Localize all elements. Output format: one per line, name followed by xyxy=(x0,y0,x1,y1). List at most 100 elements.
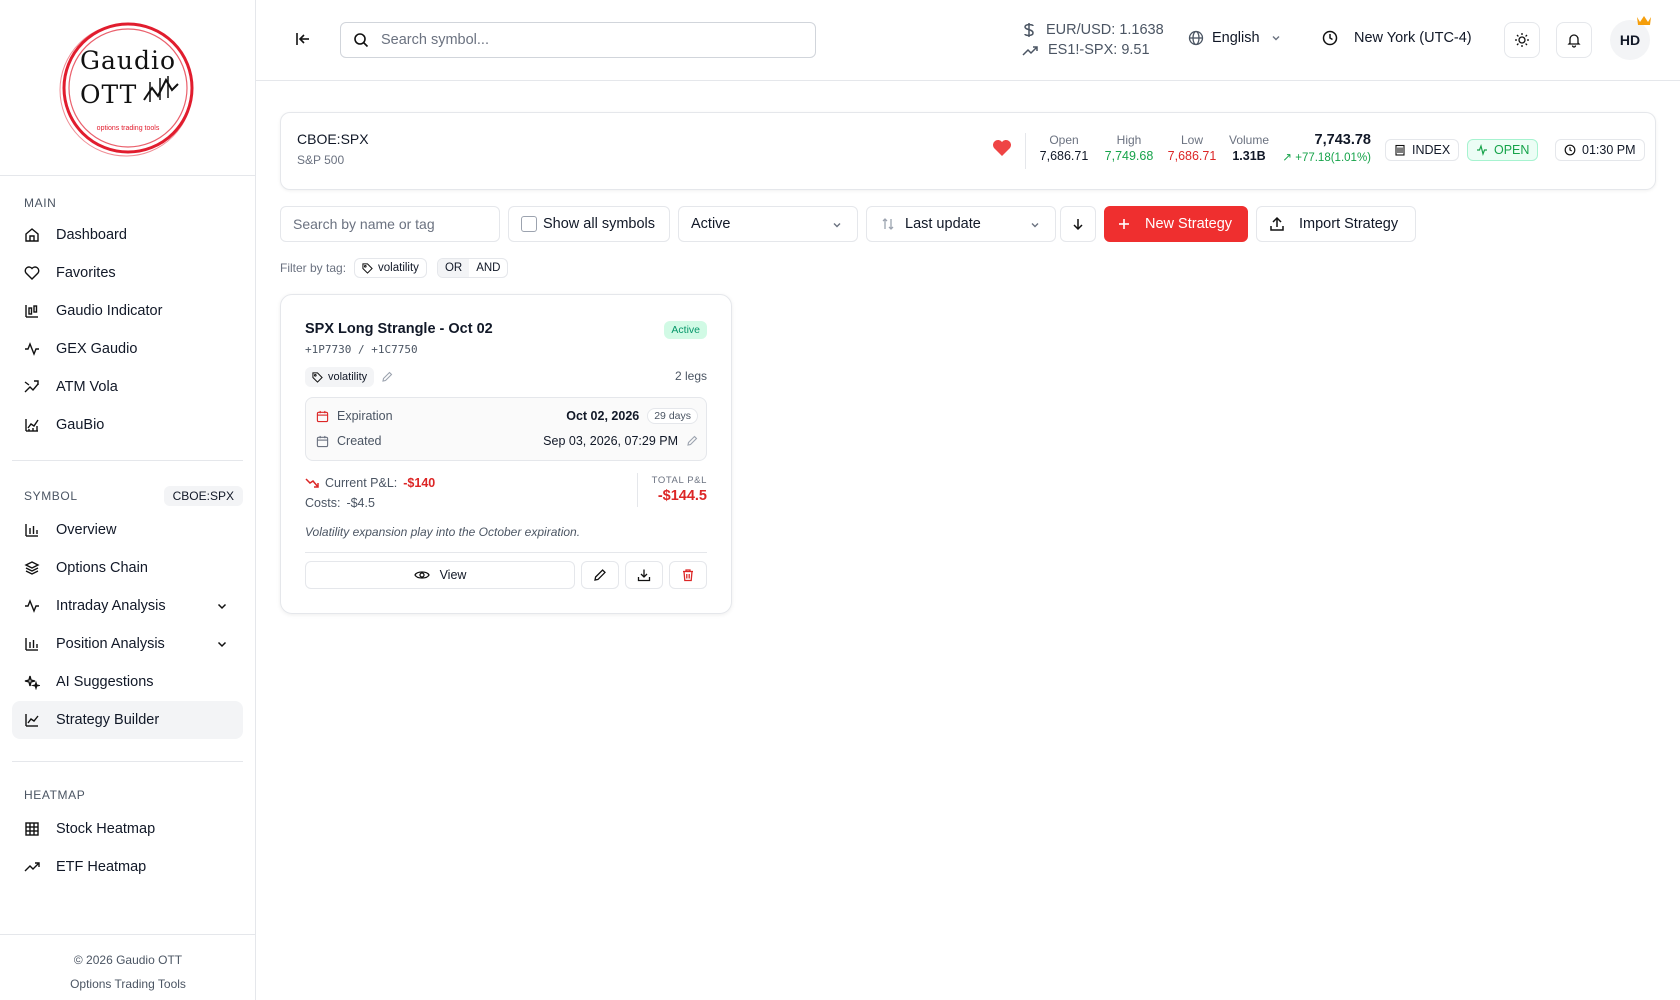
market-status-badge: OPEN xyxy=(1467,139,1539,161)
clock-icon xyxy=(1564,144,1576,156)
symbol-search[interactable] xyxy=(340,22,816,58)
status-select[interactable]: Active xyxy=(678,206,858,242)
stat-high-value: 7,749.68 xyxy=(1104,149,1154,163)
quotes: EUR/USD: 1.1638 ES1!-SPX: 9.51 xyxy=(1022,20,1164,60)
sidebar-item-label: GauBio xyxy=(56,417,105,433)
sort-direction-button[interactable] xyxy=(1060,206,1096,242)
stat-volume: Volume 1.31B xyxy=(1225,133,1273,163)
sidebar-item-label: ATM Vola xyxy=(56,379,118,395)
sidebar-item-ai-suggestions[interactable]: AI Suggestions xyxy=(12,663,243,701)
show-all-checkbox[interactable] xyxy=(521,216,537,232)
chevron-down-icon[interactable] xyxy=(215,599,229,617)
sidebar-item-etf-heatmap[interactable]: ETF Heatmap xyxy=(12,848,243,886)
stat-low-value: 7,686.71 xyxy=(1167,149,1217,163)
language-select[interactable]: English xyxy=(1188,30,1282,46)
type-badge: INDEX xyxy=(1385,139,1460,161)
download-strategy-button[interactable] xyxy=(625,561,663,589)
favorite-heart-icon[interactable] xyxy=(992,139,1012,157)
strategy-dates: Expiration Oct 02, 2026 29 days Created … xyxy=(305,397,707,461)
delete-strategy-button[interactable] xyxy=(669,561,707,589)
change-arrow-icon: ↗ xyxy=(1282,152,1296,164)
view-strategy-button[interactable]: View xyxy=(305,561,575,589)
symbol-summary: CBOE:SPX S&P 500 Open 7,686.71 High 7,74… xyxy=(280,112,1656,190)
activity-icon xyxy=(24,598,40,614)
sidebar-item-label: Position Analysis xyxy=(56,636,165,652)
logo[interactable]: Gaudio OTT options trading tools xyxy=(0,0,255,176)
last-price-value: 7,743.78 xyxy=(1314,132,1371,148)
sidebar-item-favorites[interactable]: Favorites xyxy=(12,254,243,292)
market-time: 01:30 PM xyxy=(1582,143,1636,157)
section-main-label: MAIN xyxy=(24,196,57,210)
sidebar-item-label: Favorites xyxy=(56,265,116,281)
candles-icon xyxy=(24,303,40,319)
price-change: ↗ +77.18(1.01%) xyxy=(1271,150,1371,164)
symbol-name: S&P 500 xyxy=(297,153,345,167)
type-badge-label: INDEX xyxy=(1412,143,1451,157)
chevron-down-icon[interactable] xyxy=(215,637,229,655)
dollar-icon xyxy=(1024,23,1034,37)
notifications-button[interactable] xyxy=(1556,22,1592,58)
sidebar-item-dashboard[interactable]: Dashboard xyxy=(12,216,243,254)
sidebar-item-stock-heatmap[interactable]: Stock Heatmap xyxy=(12,810,243,848)
sidebar-item-position-analysis[interactable]: Position Analysis xyxy=(12,625,243,663)
edit-date-icon[interactable] xyxy=(686,435,698,447)
bar-chart-icon xyxy=(24,636,40,652)
activity-icon xyxy=(1477,144,1487,156)
show-all-label: Show all symbols xyxy=(543,216,656,232)
tag-mode-and[interactable]: AND xyxy=(469,259,507,277)
stat-low: Low 7,686.71 xyxy=(1165,133,1219,163)
sidebar-item-overview[interactable]: Overview xyxy=(12,511,243,549)
sidebar-item-gex-gaudio[interactable]: GEX Gaudio xyxy=(12,330,243,368)
sidebar-item-intraday-analysis[interactable]: Intraday Analysis xyxy=(12,587,243,625)
sidebar-item-gaudio-indicator[interactable]: Gaudio Indicator xyxy=(12,292,243,330)
tag-filter-label: Filter by tag: xyxy=(280,261,347,275)
total-pnl: TOTAL P&L -$144.5 xyxy=(652,475,707,504)
edit-tags-icon[interactable] xyxy=(381,371,393,383)
plus-icon xyxy=(1119,219,1129,229)
bar-chart-icon xyxy=(24,522,40,538)
strategy-search-input[interactable] xyxy=(281,216,481,232)
status-select-value: Active xyxy=(691,216,731,232)
sidebar-item-label: Strategy Builder xyxy=(56,712,160,728)
tag-mode-or[interactable]: OR xyxy=(437,259,470,277)
new-strategy-button[interactable]: New Strategy xyxy=(1104,206,1248,242)
collapse-sidebar-icon[interactable] xyxy=(294,30,312,51)
expiration-label: Expiration xyxy=(337,409,393,423)
crown-icon xyxy=(1637,16,1651,25)
clock-icon xyxy=(1322,30,1338,46)
calendar-icon xyxy=(316,435,329,447)
show-all-symbols-toggle[interactable]: Show all symbols xyxy=(508,206,670,242)
sidebar-item-strategy-builder[interactable]: Strategy Builder xyxy=(12,701,243,739)
sidebar-item-label: GEX Gaudio xyxy=(56,341,138,357)
costs-label: Costs: xyxy=(305,496,341,510)
strategy-legs-count: 2 legs xyxy=(674,369,707,383)
symbol-search-input[interactable] xyxy=(381,32,781,48)
view-strategy-label: View xyxy=(439,568,467,582)
sidebar-footer: © 2026 Gaudio OTT Options Trading Tools xyxy=(0,934,256,1000)
import-strategy-label: Import Strategy xyxy=(1299,216,1399,232)
activity-icon xyxy=(24,341,40,357)
sidebar-item-label: Dashboard xyxy=(56,227,127,243)
chevron-down-icon xyxy=(1031,223,1039,228)
market-status-label: OPEN xyxy=(1494,143,1530,157)
sidebar-item-options-chain[interactable]: Options Chain xyxy=(12,549,243,587)
edit-strategy-button[interactable] xyxy=(581,561,619,589)
tag-filter-chip[interactable]: volatility xyxy=(354,258,427,278)
sidebar-item-gaubio[interactable]: GauBio xyxy=(12,406,243,444)
trend-icon xyxy=(24,379,40,395)
logo-tagline: options trading tools xyxy=(96,125,160,132)
timezone-select[interactable]: New York (UTC-4) xyxy=(1322,30,1472,46)
new-strategy-label: New Strategy xyxy=(1145,216,1233,232)
sidebar-item-atm-vola[interactable]: ATM Vola xyxy=(12,368,243,406)
user-avatar[interactable]: HD xyxy=(1610,20,1650,60)
line-chart-icon xyxy=(24,712,40,728)
current-pnl-value: -$140 xyxy=(403,476,436,490)
strategy-tag-label: volatility xyxy=(328,371,368,383)
trash-icon xyxy=(683,569,693,582)
import-strategy-button[interactable]: Import Strategy xyxy=(1256,206,1416,242)
theme-toggle-button[interactable] xyxy=(1504,22,1540,58)
days-to-expiry: 29 days xyxy=(647,408,698,424)
sort-select[interactable]: Last update xyxy=(866,206,1056,242)
strategy-search[interactable] xyxy=(280,206,500,242)
tag-mode-toggle[interactable]: OR AND xyxy=(436,258,509,278)
